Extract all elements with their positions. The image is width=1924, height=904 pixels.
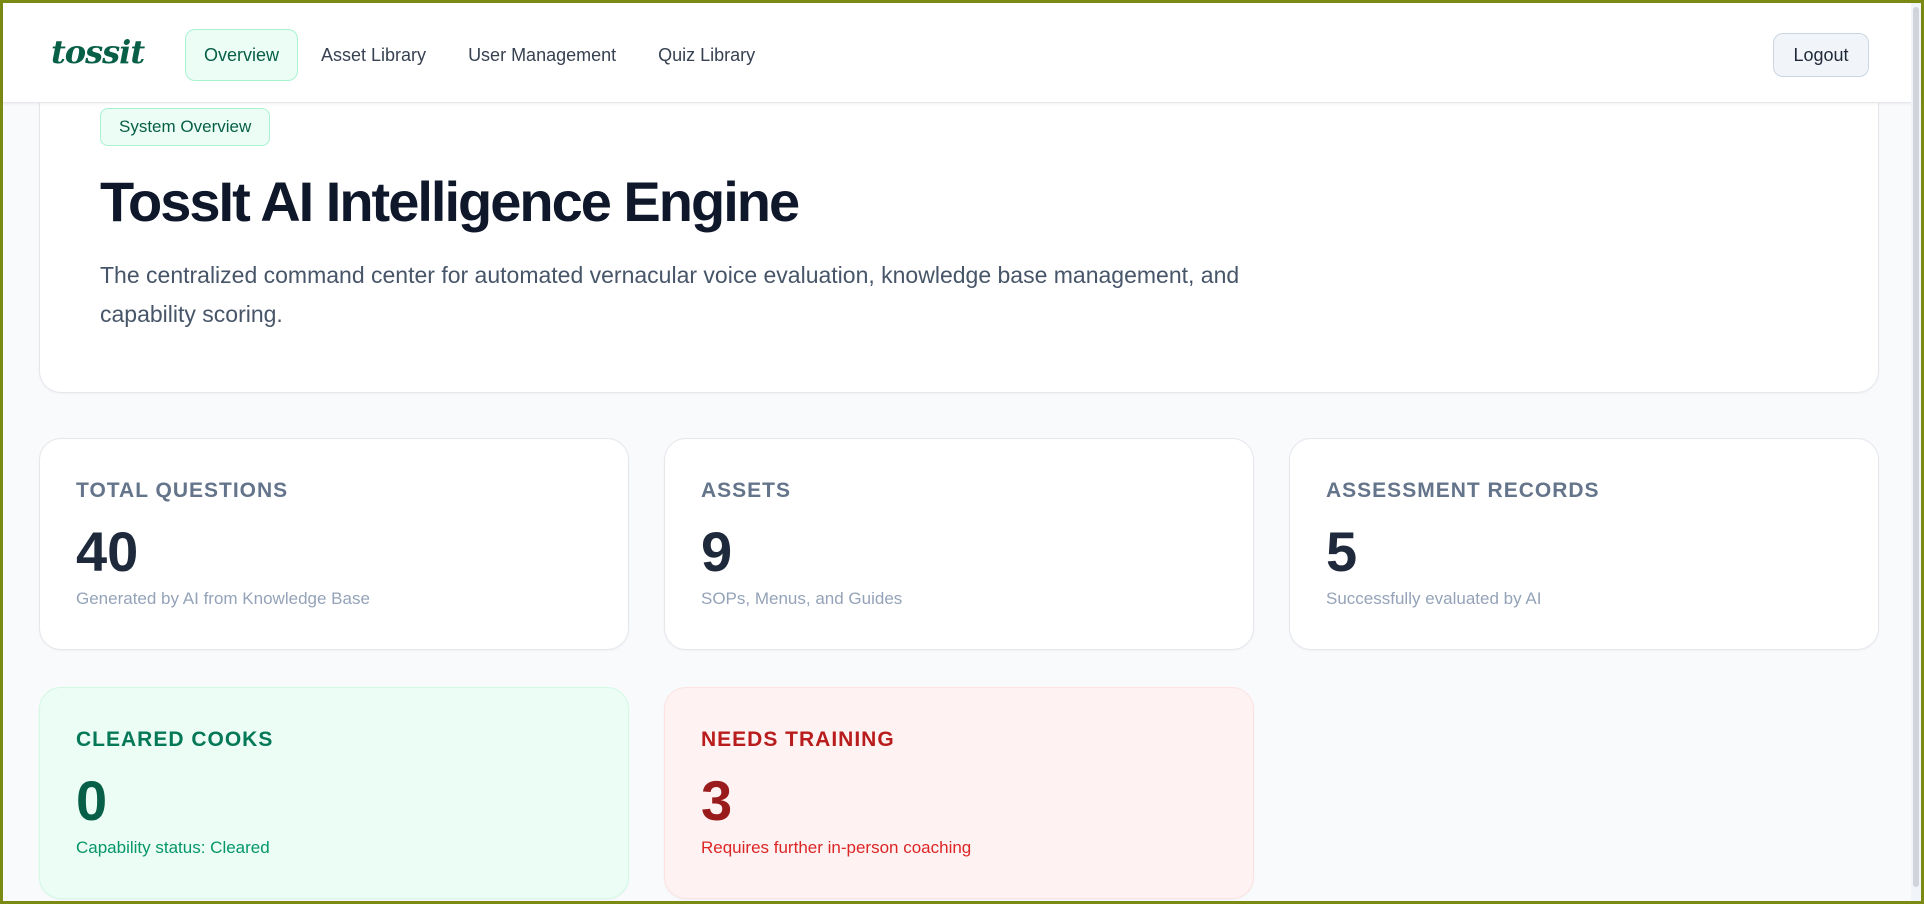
stat-label: ASSETS — [701, 479, 792, 502]
stat-label: NEEDS TRAINING — [701, 728, 895, 751]
stat-card-needs-training: NEEDS TRAINING 3 Requires further in-per… — [664, 687, 1254, 899]
stat-note: Capability status: Cleared — [76, 838, 270, 857]
page-scrollbar[interactable] — [1911, 3, 1921, 901]
nav-item-quiz-library[interactable]: Quiz Library — [639, 29, 774, 81]
stat-label: CLEARED COOKS — [76, 728, 274, 751]
top-navigation-bar: tossit Overview Asset Library User Manag… — [3, 3, 1921, 103]
stat-card-cleared-cooks: CLEARED COOKS 0 Capability status: Clear… — [39, 687, 629, 899]
stat-card-total-questions: TOTAL QUESTIONS 40 Generated by AI from … — [39, 438, 629, 650]
stat-note: SOPs, Menus, and Guides — [701, 589, 903, 608]
stat-label: ASSESSMENT RECORDS — [1326, 479, 1600, 502]
stat-value: 9 — [701, 520, 733, 583]
main-nav: Overview Asset Library User Management Q… — [185, 29, 774, 81]
stat-value: 5 — [1326, 520, 1358, 583]
stat-card-assessment-records: ASSESSMENT RECORDS 5 Successfully evalua… — [1289, 438, 1879, 650]
stat-label: TOTAL QUESTIONS — [76, 479, 289, 502]
stat-note: Successfully evaluated by AI — [1326, 589, 1542, 608]
stat-value: 0 — [76, 769, 108, 832]
nav-item-user-management[interactable]: User Management — [449, 29, 635, 81]
stat-value: 40 — [76, 520, 139, 583]
brand-logo[interactable]: tossit — [51, 33, 145, 71]
stat-card-assets: ASSETS 9 SOPs, Menus, and Guides — [664, 438, 1254, 650]
nav-item-overview[interactable]: Overview — [185, 29, 299, 81]
scrollbar-thumb[interactable] — [1913, 7, 1919, 887]
stat-value: 3 — [701, 769, 733, 832]
logout-button[interactable]: Logout — [1773, 33, 1869, 77]
page-title: TossIt AI Intelligence Engine — [100, 170, 800, 233]
section-badge: System Overview — [100, 108, 271, 146]
stat-note: Requires further in-person coaching — [701, 838, 972, 857]
nav-item-asset-library[interactable]: Asset Library — [302, 29, 445, 81]
page-description: The centralized command center for autom… — [100, 262, 1240, 327]
hero-card: System Overview TossIt AI Intelligence E… — [39, 63, 1879, 393]
stat-note: Generated by AI from Knowledge Base — [76, 589, 370, 608]
